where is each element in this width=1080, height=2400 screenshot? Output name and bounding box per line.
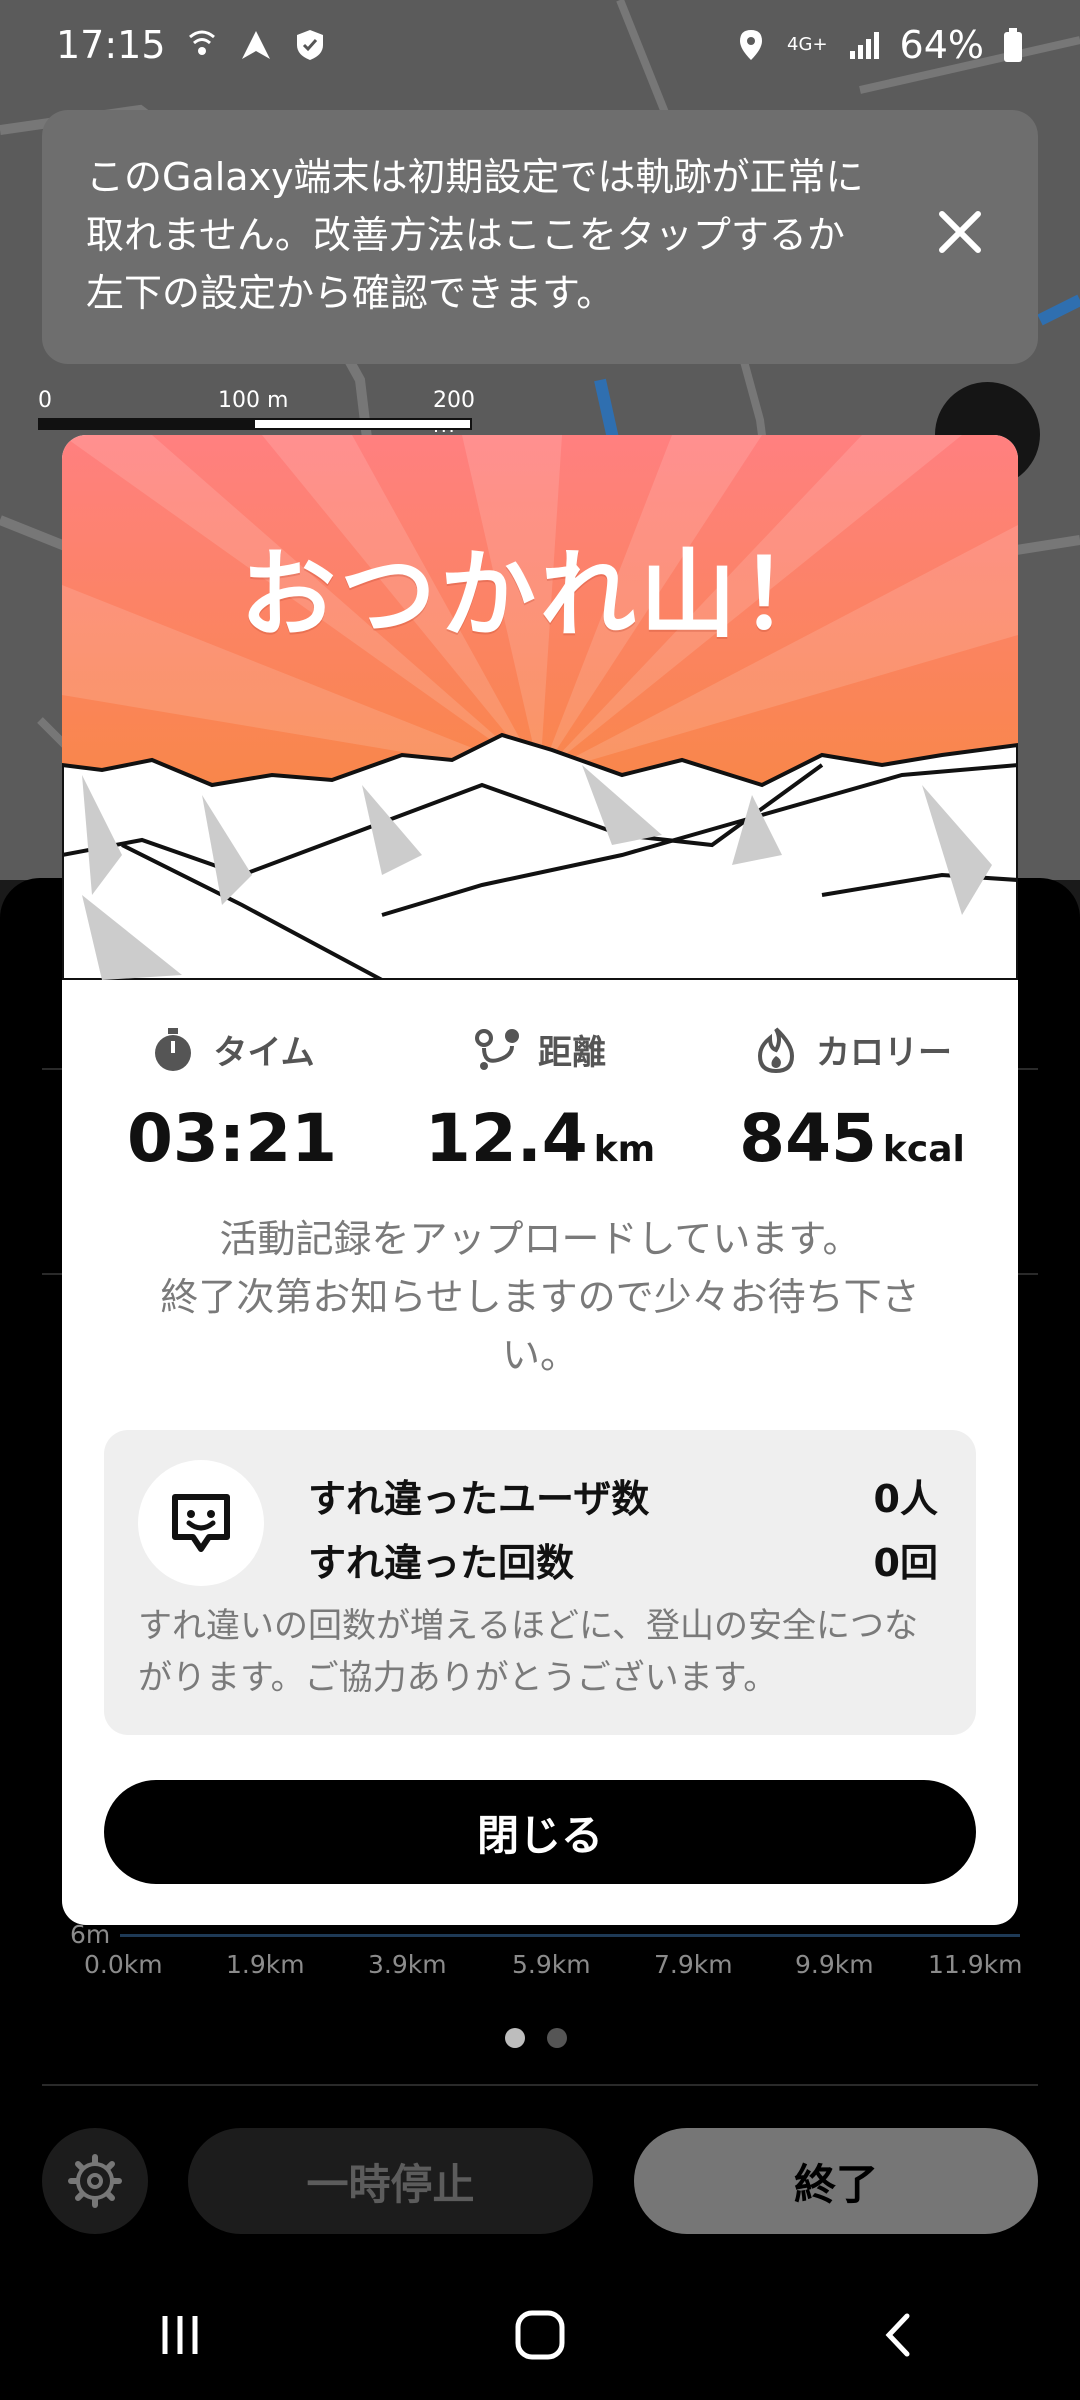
scale-tick-100: 100 m [218,388,289,413]
x-tick: 11.9km [928,1950,1023,1979]
passed-count-label: すれ違った回数 [308,1541,575,1585]
status-time: 17:15 [56,23,166,67]
navigation-icon [241,31,270,59]
scale-tick-0: 0 [38,388,52,413]
passing-note: すれ違いの回数が増えるほどに、登山の安全につな がります。ご協力ありがとうござい… [138,1600,958,1704]
banner-text-line1: このGalaxy端末は初期設定では軌跡が正常に [86,155,864,199]
recents-icon [162,2316,198,2354]
passed-users-label: すれ違ったユーザ数 [308,1477,650,1521]
home-icon [515,2310,565,2360]
stat-distance-unit: km [593,1129,656,1170]
x-tick: 1.9km [226,1950,305,1979]
stat-distance: 距離 12.4 km [390,1025,690,1177]
close-icon[interactable] [930,202,990,262]
divider [42,2084,1038,2086]
summit-complete-dialog: おつかれ山！ タイム 03:21 距離 12.4 km カロリー 845 kcal … [62,435,1018,1925]
passing-info-card: すれ違ったユーザ数 0人 すれ違った回数 0回 すれ違いの回数が増えるほどに、登… [104,1430,976,1735]
settings-button[interactable] [42,2128,148,2234]
flame-icon [757,1027,795,1073]
elevation-x-axis: 0.0km 1.9km 3.9km 5.9km 7.9km 9.9km 11.9… [68,1950,1048,1990]
upload-line3: い。 [501,1333,578,1377]
stat-calories-value: 845 [739,1100,877,1177]
stat-calories-unit: kcal [882,1129,965,1170]
stopwatch-icon [155,1027,192,1071]
scale-tick-200: 200 m [433,388,475,438]
wifi-call-icon [188,30,215,55]
stat-time: タイム 03:21 [82,1025,382,1177]
passed-count-row: すれ違った回数 0回 [308,1532,938,1587]
galaxy-warning-banner[interactable]: このGalaxy端末は初期設定では軌跡が正常に 取れません。改善方法はここをタッ… [42,110,1038,364]
dialog-title: おつかれ山！ [240,539,840,651]
passed-users-value: 0人 [873,1477,938,1521]
back-button[interactable] [860,2295,940,2375]
passed-count-value: 0回 [873,1541,938,1585]
recents-button[interactable] [140,2295,220,2375]
scale-bar [38,418,472,430]
chat-face-icon [172,1494,230,1552]
x-tick: 9.9km [795,1950,874,1979]
pause-button[interactable]: 一時停止 [188,2128,593,2234]
stat-calories: カロリー 845 kcal [702,1025,1002,1177]
close-dialog-button[interactable]: 閉じる [104,1780,976,1884]
page-dot[interactable] [547,2028,567,2048]
stat-distance-value: 12.4 [424,1100,588,1177]
location-icon [740,30,763,60]
page-indicator [505,2028,567,2048]
gear-icon [68,2154,122,2208]
signal-icon [849,32,879,59]
end-button[interactable]: 終了 [634,2128,1038,2234]
stat-distance-label: 距離 [538,1033,606,1073]
map-scale: 0 100 m 200 m [38,388,478,438]
home-button[interactable] [500,2295,580,2375]
passed-users-row: すれ違ったユーザ数 0人 [308,1468,938,1523]
x-tick: 5.9km [512,1950,591,1979]
banner-text-line3: 左下の設定から確認できます。 [86,271,615,315]
passing-note-line1: すれ違いの回数が増えるほどに、登山の安全につな [138,1606,918,1646]
network-type: 4G+ [787,34,828,55]
stat-time-label: タイム [213,1033,315,1073]
x-tick: 3.9km [368,1950,447,1979]
route-icon [475,1028,519,1070]
back-icon [885,2313,910,2357]
shield-icon [296,30,323,60]
battery-icon [1004,28,1022,62]
stat-time-value: 03:21 [126,1100,338,1177]
battery-percent: 64% [899,23,984,67]
upload-status-message: 活動記録をアップロードしています。 終了次第お知らせしますので少々お待ち下さ い… [122,1210,958,1384]
stat-calories-label: カロリー [816,1033,952,1073]
upload-line1: 活動記録をアップロードしています。 [219,1217,861,1261]
upload-line2: 終了次第お知らせしますので少々お待ち下さ [160,1275,920,1319]
passing-avatar [138,1460,264,1586]
passing-note-line2: がります。ご協力ありがとうございます。 [138,1658,778,1698]
banner-text-line2: 取れません。改善方法はここをタップするか [86,213,845,257]
system-nav-bar [0,2270,1080,2400]
page-dot-active[interactable] [505,2028,525,2048]
status-bar: 17:15 4G+ 64% [0,0,1080,90]
x-tick: 7.9km [654,1950,733,1979]
activity-stats: タイム 03:21 距離 12.4 km カロリー 845 kcal [62,1025,1018,1177]
x-tick: 0.0km [84,1950,163,1979]
elevation-chart-baseline [120,1934,1020,1937]
